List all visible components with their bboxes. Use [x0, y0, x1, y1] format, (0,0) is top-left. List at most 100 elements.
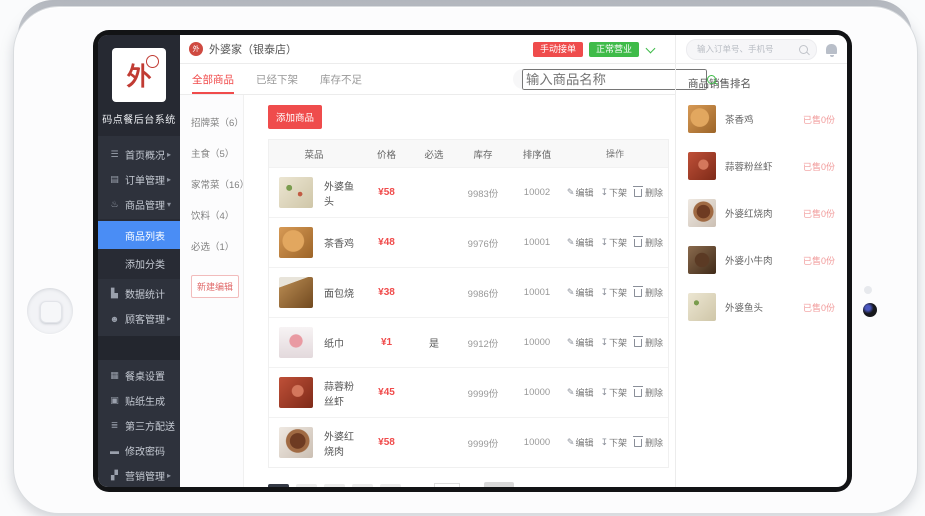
- edit-action[interactable]: ✎编辑: [567, 236, 594, 249]
- tab-off-shelf[interactable]: 已经下架: [256, 64, 298, 94]
- sidebar-item-label: 数据统计: [125, 286, 165, 301]
- off-shelf-action[interactable]: ↧下架: [600, 236, 627, 249]
- delete-action[interactable]: 删除: [634, 436, 663, 449]
- edit-icon: ✎: [567, 437, 575, 448]
- sidebar-item-change-password[interactable]: ▬ 修改密码: [98, 438, 180, 463]
- chevron-down-icon: ▾: [167, 200, 171, 209]
- sidebar-item-table-settings[interactable]: ▦ 餐桌设置: [98, 363, 180, 388]
- chevron-right-icon: ▸: [167, 471, 171, 480]
- edit-action[interactable]: ✎编辑: [567, 186, 594, 199]
- sidebar-item-marketing-management[interactable]: ▞ 营销管理 ▸: [98, 463, 180, 487]
- edit-action[interactable]: ✎编辑: [567, 286, 594, 299]
- sidebar-item-third-party-delivery[interactable]: ≣ 第三方配送: [98, 413, 180, 438]
- goto-confirm-button[interactable]: 确定: [484, 482, 514, 487]
- off-shelf-action[interactable]: ↧下架: [600, 286, 627, 299]
- page-button-6[interactable]: 6: [380, 484, 401, 487]
- sidebar-subgroup-goods: 商品列表 添加分类: [98, 219, 180, 279]
- sidebar-item-goods-management[interactable]: ♨ 商品管理 ▾: [98, 192, 180, 217]
- sidebar-item-data-statistics[interactable]: ▙ 数据统计: [98, 281, 180, 306]
- customer-icon: ☻: [107, 314, 122, 324]
- category-item-required[interactable]: 必选（1）: [191, 239, 243, 253]
- rank-dish-name: 外婆红烧肉: [725, 206, 803, 220]
- rank-sold-count: 已售0份: [803, 301, 835, 314]
- order-search-input[interactable]: [695, 43, 799, 55]
- row-actions: ✎编辑 ↧下架 删除: [562, 436, 668, 449]
- edit-action[interactable]: ✎编辑: [567, 336, 594, 349]
- add-product-button[interactable]: 添加商品: [268, 105, 322, 129]
- dish-cell: 外婆鱼头: [269, 177, 359, 208]
- business-status-button[interactable]: 正常营业: [589, 42, 639, 57]
- dish-cell: 茶香鸡: [269, 227, 359, 258]
- dish-required: 是: [414, 335, 454, 350]
- dish-cell: 纸巾: [269, 327, 359, 358]
- trash-icon: [634, 289, 642, 297]
- delete-action[interactable]: 删除: [634, 186, 663, 199]
- dish-price: ¥1: [359, 337, 414, 348]
- search-icon[interactable]: [799, 45, 808, 54]
- notification-bell-icon[interactable]: [826, 44, 837, 54]
- table-header-row: 菜品 价格 必选 库存 排序值 操作: [269, 140, 668, 167]
- col-header-price: 价格: [359, 147, 414, 161]
- product-table: 菜品 价格 必选 库存 排序值 操作: [268, 139, 669, 468]
- edit-label: 编辑: [575, 186, 593, 199]
- off-shelf-label: 下架: [609, 336, 627, 349]
- rank-sold-count: 已售0份: [803, 160, 835, 173]
- edit-action[interactable]: ✎编辑: [567, 436, 594, 449]
- sidebar-item-customer-management[interactable]: ☻ 顾客管理 ▸: [98, 306, 180, 331]
- search-icon-green[interactable]: [707, 75, 716, 84]
- category-item-staple[interactable]: 主食（5）: [191, 146, 243, 160]
- category-item-drinks[interactable]: 饮料（4）: [191, 208, 243, 222]
- page-button-1[interactable]: 1: [268, 484, 289, 487]
- chevron-right-icon: ▸: [167, 314, 171, 323]
- rank-dish-photo: [688, 152, 716, 180]
- off-shelf-action[interactable]: ↧下架: [600, 386, 627, 399]
- password-icon: ▬: [107, 446, 122, 456]
- delete-action[interactable]: 删除: [634, 236, 663, 249]
- status-chevron-down-icon[interactable]: [646, 43, 656, 53]
- page-button-2[interactable]: 2: [296, 484, 317, 487]
- delete-action[interactable]: 删除: [634, 336, 663, 349]
- edit-action[interactable]: ✎编辑: [567, 386, 594, 399]
- sales-rank-panel: 商品销售排名 茶香鸡 已售0份 蒜蓉粉丝虾 已售0份: [675, 64, 847, 487]
- sidebar-item-add-category[interactable]: 添加分类: [98, 249, 180, 277]
- marketing-icon: ▞: [107, 470, 122, 481]
- dish-photo: [279, 177, 313, 208]
- new-edit-button[interactable]: 新建编辑: [191, 275, 239, 298]
- category-item-signature[interactable]: 招牌菜（6）: [191, 115, 243, 129]
- category-item-homestyle[interactable]: 家常菜（16）: [191, 177, 243, 191]
- sidebar-item-order-management[interactable]: ▤ 订单管理 ▸: [98, 167, 180, 192]
- off-shelf-action[interactable]: ↧下架: [600, 436, 627, 449]
- row-actions: ✎编辑 ↧下架 删除: [562, 386, 668, 399]
- goods-icon: ♨: [107, 199, 122, 210]
- sidebar-item-goods-list[interactable]: 商品列表: [98, 221, 180, 249]
- off-shelf-action[interactable]: ↧下架: [600, 186, 627, 199]
- order-search-box[interactable]: [686, 39, 817, 60]
- sidebar-item-home-overview[interactable]: ☰ 首页概况 ▸: [98, 142, 180, 167]
- dish-sort-value: 10001: [512, 237, 562, 248]
- tab-low-stock[interactable]: 库存不足: [320, 64, 362, 94]
- off-shelf-icon: ↧: [600, 287, 608, 298]
- off-shelf-icon: ↧: [600, 237, 608, 248]
- home-overview-icon: ☰: [107, 149, 122, 160]
- camera-dot-light: [864, 286, 872, 294]
- page-unit-label: 页: [467, 486, 477, 488]
- dish-price: ¥38: [359, 287, 414, 298]
- delete-action[interactable]: 删除: [634, 386, 663, 399]
- sidebar-item-sticker-generation[interactable]: ▣ 贴纸生成: [98, 388, 180, 413]
- store-name: 外婆家（银泰店）: [209, 41, 297, 57]
- goto-page-input[interactable]: [434, 483, 460, 487]
- delete-action[interactable]: 删除: [634, 286, 663, 299]
- sticker-icon: ▣: [107, 395, 122, 406]
- dish-name: 面包烧: [324, 285, 354, 300]
- page-button-ellipsis[interactable]: …: [352, 484, 373, 487]
- off-shelf-icon: ↧: [600, 187, 608, 198]
- product-search-box[interactable]: [513, 69, 663, 89]
- off-shelf-action[interactable]: ↧下架: [600, 336, 627, 349]
- rank-dish-name: 外婆鱼头: [725, 300, 803, 314]
- page-button-3[interactable]: 3: [324, 484, 345, 487]
- manual-order-button[interactable]: 手动接单: [533, 42, 583, 57]
- rank-dish-name: 茶香鸡: [725, 112, 803, 126]
- edit-icon: ✎: [567, 337, 575, 348]
- dish-stock: 9986份: [454, 286, 512, 300]
- tab-all-products[interactable]: 全部商品: [192, 64, 234, 94]
